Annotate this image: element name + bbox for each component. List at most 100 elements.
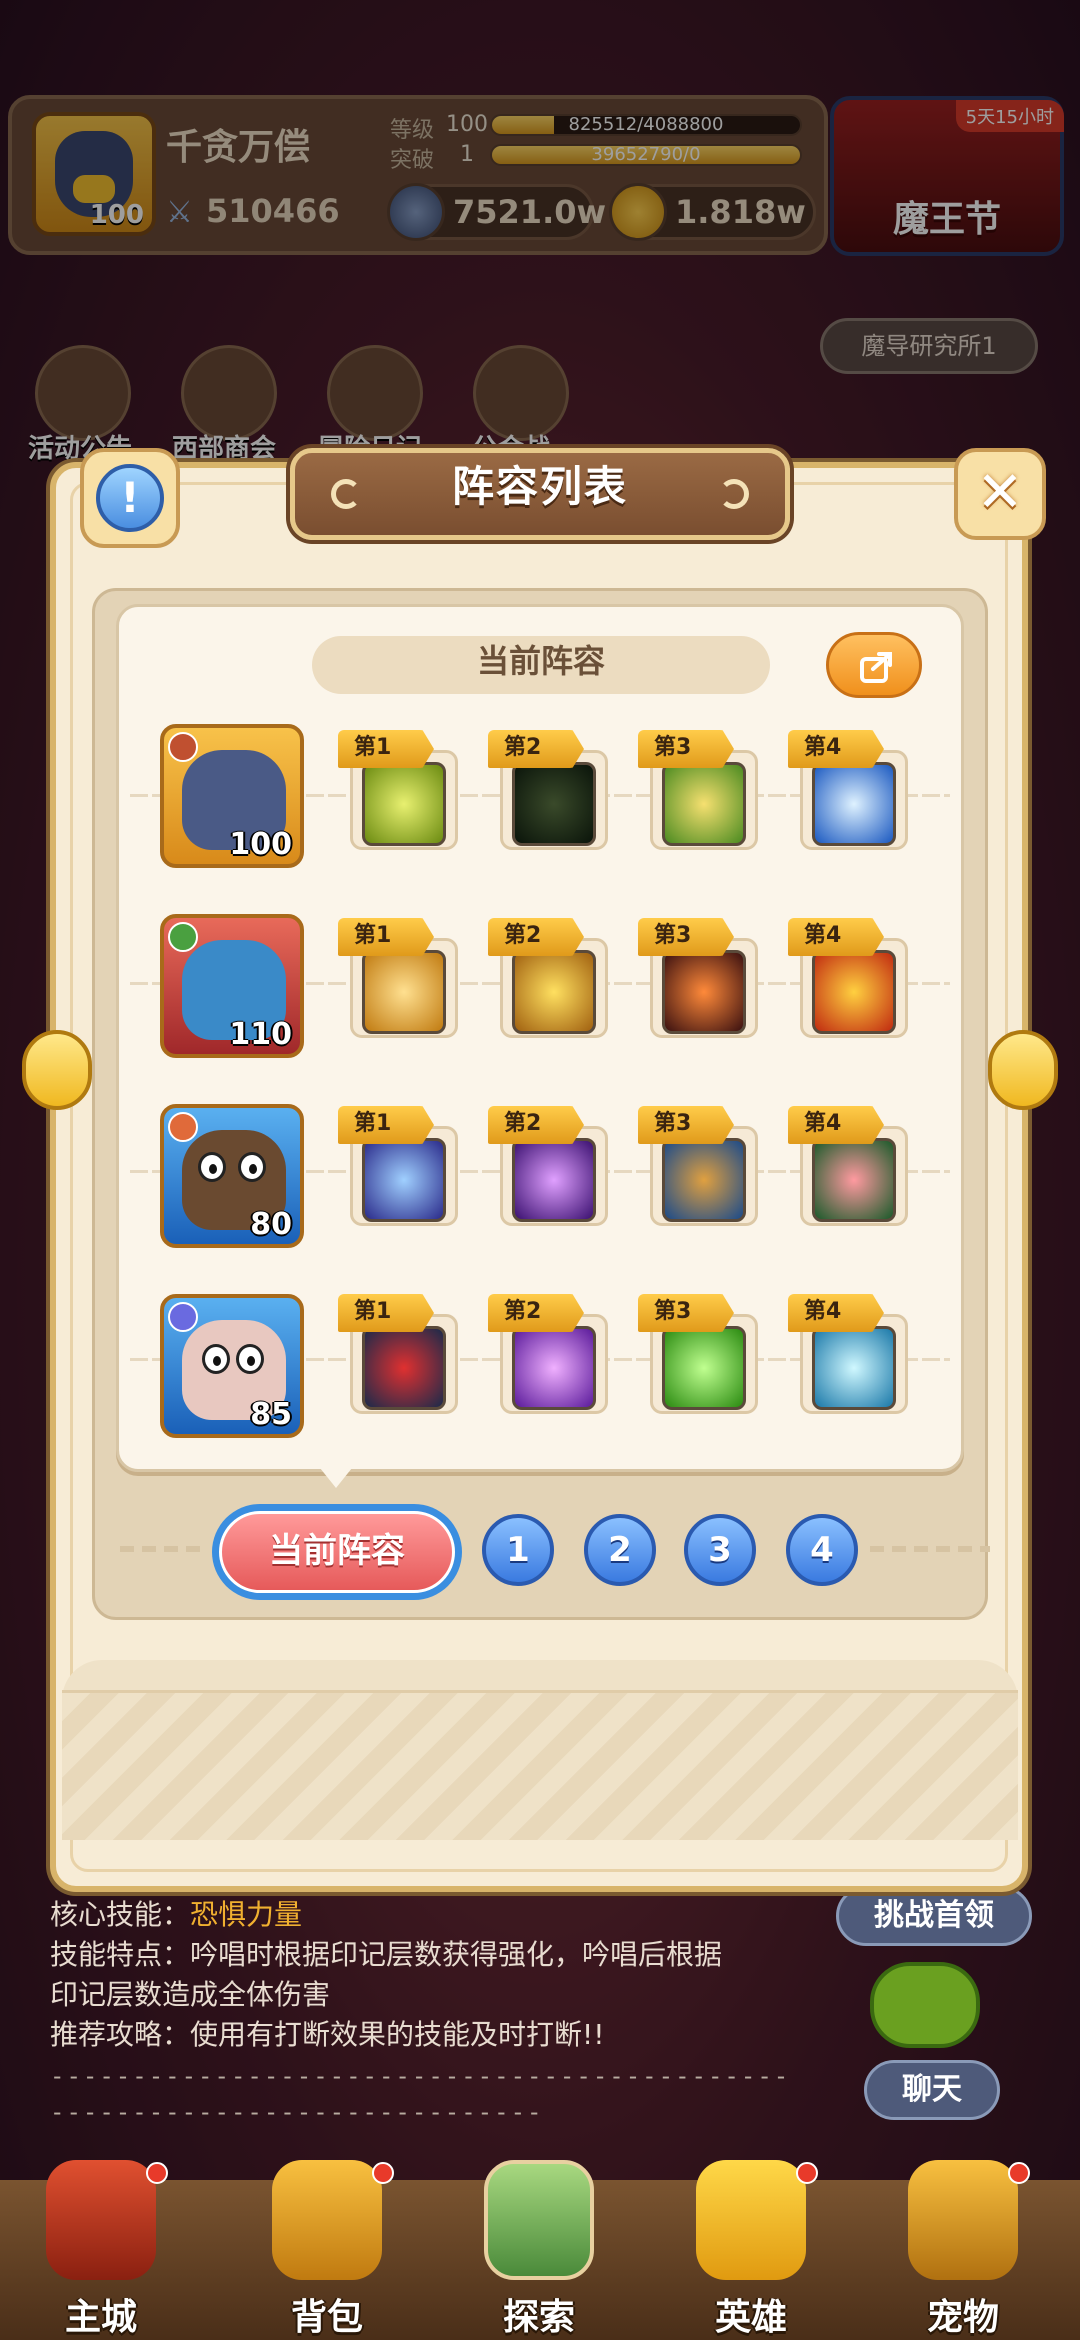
skill-slot[interactable]: 第2 <box>488 918 612 1038</box>
skill-slot[interactable]: 第2 <box>488 1106 612 1226</box>
hero-face-icon <box>696 2160 806 2280</box>
whirlwind-skill-icon <box>812 1326 896 1410</box>
current-lineup-title: 当前阵容 <box>312 636 770 694</box>
hero-level: 85 <box>250 1397 292 1432</box>
golem-skill-icon <box>662 1138 746 1222</box>
fire-dragon-skill-icon <box>812 950 896 1034</box>
feature-line-2: 印记层数造成全体伤害 <box>50 1978 331 2011</box>
tab-current-lineup-label: 当前阵容 <box>219 1511 455 1593</box>
skill-order-tag: 第3 <box>638 918 734 956</box>
close-button[interactable]: ✕ <box>954 448 1046 540</box>
hero-portrait[interactable]: 100 <box>160 724 304 868</box>
skill-order-tag: 第1 <box>338 730 434 768</box>
skill-slot[interactable]: 第4 <box>788 918 912 1038</box>
nav-explore[interactable]: 探索 <box>444 2160 634 2340</box>
notification-dot <box>1008 2162 1030 2184</box>
skill-slot[interactable]: 第2 <box>488 730 612 850</box>
skill-order-tag: 第4 <box>788 918 884 956</box>
element-icon <box>168 922 198 952</box>
nav-label: 宠物 <box>926 2297 999 2338</box>
nav-pets[interactable]: 宠物 <box>868 2160 1058 2340</box>
dialog-title: 阵容列表 <box>451 462 628 511</box>
footer-pattern <box>62 1690 1018 1840</box>
skill-slot[interactable]: 第4 <box>788 730 912 850</box>
core-skill-line: 核心技能：恐惧力量 <box>50 1895 302 1935</box>
green-tree-skill-icon <box>662 1326 746 1410</box>
skill-order-tag: 第4 <box>788 1106 884 1144</box>
nav-label: 背包 <box>290 2297 363 2338</box>
tab-lineup-1[interactable]: 1 <box>482 1514 554 1586</box>
feature-line: 技能特点：吟唱时根据印记层数获得强化，吟唱后根据 <box>50 1935 722 1975</box>
feature-value: 吟唱时根据印记层数获得强化，吟唱后根据 <box>190 1938 723 1971</box>
backpack-icon <box>272 2160 382 2280</box>
hero-level: 110 <box>229 1017 292 1052</box>
tab-lineup-3[interactable]: 3 <box>684 1514 756 1586</box>
chat-button[interactable]: 聊天 <box>864 2060 1000 2120</box>
previous-arrow-icon[interactable] <box>22 1030 92 1110</box>
skill-slot[interactable]: 第1 <box>338 730 462 850</box>
skill-order-tag: 第3 <box>638 1294 734 1332</box>
element-icon <box>168 732 198 762</box>
meteor-skill-icon <box>362 1138 446 1222</box>
skill-slot[interactable]: 第3 <box>638 918 762 1038</box>
skill-slot[interactable]: 第3 <box>638 1294 762 1414</box>
nav-heroes[interactable]: 英雄 <box>656 2160 846 2340</box>
tab-deco-right <box>870 1546 990 1552</box>
hero-portrait[interactable]: 80 <box>160 1104 304 1248</box>
nav-bag[interactable]: 背包 <box>232 2160 422 2340</box>
skill-slot[interactable]: 第1 <box>338 1294 462 1414</box>
feature-label: 技能特点： <box>50 1938 191 1971</box>
tab-lineup-2[interactable]: 2 <box>584 1514 656 1586</box>
core-skill-value: 恐惧力量 <box>190 1898 303 1931</box>
skill-order-tag: 第4 <box>788 1294 884 1332</box>
next-arrow-icon[interactable] <box>988 1030 1058 1110</box>
castle-icon <box>46 2160 156 2280</box>
map-icon <box>484 2160 594 2280</box>
pet-icon <box>908 2160 1018 2280</box>
skill-slot[interactable]: 第4 <box>788 1106 912 1226</box>
skill-slot[interactable]: 第3 <box>638 730 762 850</box>
golden-strike-skill-icon <box>512 950 596 1034</box>
skill-slot[interactable]: 第4 <box>788 1294 912 1414</box>
skill-order-tag: 第1 <box>338 1294 434 1332</box>
dialog-title-plate: 阵容列表 <box>290 448 790 540</box>
nav-main-city[interactable]: 主城 <box>6 2160 196 2340</box>
skill-order-tag: 第1 <box>338 1106 434 1144</box>
chat-bubble-icon[interactable] <box>870 1962 980 2048</box>
notification-dot <box>796 2162 818 2184</box>
tab-lineup-4[interactable]: 4 <box>786 1514 858 1586</box>
element-icon <box>168 1302 198 1332</box>
skill-slot[interactable]: 第1 <box>338 918 462 1038</box>
hero-portrait[interactable]: 85 <box>160 1294 304 1438</box>
core-skill-label: 核心技能： <box>50 1898 191 1931</box>
hero-level: 100 <box>229 827 292 862</box>
hero-portrait[interactable]: 110 <box>160 914 304 1058</box>
skill-order-tag: 第3 <box>638 1106 734 1144</box>
skill-order-tag: 第2 <box>488 918 584 956</box>
fist-skill-icon <box>362 950 446 1034</box>
red-eye-skill-icon <box>662 950 746 1034</box>
tip-line: 推荐攻略：使用有打断效果的技能及时打断!! <box>50 2015 604 2055</box>
share-icon <box>860 652 892 683</box>
skill-slot[interactable]: 第1 <box>338 1106 462 1226</box>
swirl-right-icon <box>719 479 749 509</box>
share-button[interactable] <box>826 632 922 698</box>
skill-slot[interactable]: 第3 <box>638 1106 762 1226</box>
nav-label: 主城 <box>64 2297 137 2338</box>
tab-current-lineup[interactable]: 当前阵容 <box>212 1504 462 1600</box>
notification-dot <box>146 2162 168 2184</box>
skill-slot[interactable]: 第2 <box>488 1294 612 1414</box>
skill-order-tag: 第1 <box>338 918 434 956</box>
flower-skill-icon <box>812 1138 896 1222</box>
skill-order-tag: 第2 <box>488 1106 584 1144</box>
card-pointer <box>320 1468 352 1488</box>
dark-claw-skill-icon <box>512 762 596 846</box>
challenge-boss-button[interactable]: 挑战首领 <box>836 1886 1032 1946</box>
purple-rain-skill-icon <box>512 1138 596 1222</box>
star-shield-skill-icon <box>662 762 746 846</box>
ice-blade-skill-icon <box>812 762 896 846</box>
info-button[interactable]: ! <box>80 448 180 548</box>
shield-skill-icon <box>362 762 446 846</box>
info-icon: ! <box>96 464 164 532</box>
nav-label: 探索 <box>502 2297 575 2338</box>
